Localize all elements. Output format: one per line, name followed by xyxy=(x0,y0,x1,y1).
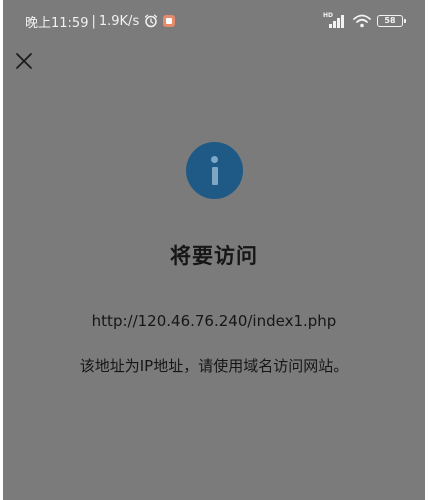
battery-icon: 58 xyxy=(377,15,406,27)
battery-level: 58 xyxy=(384,16,396,25)
network-speed: 1.9K/s xyxy=(98,13,140,29)
signal-icon: HD xyxy=(323,12,347,28)
status-left: 晚上11:59 | 1.9K/s xyxy=(25,12,176,31)
ip-address-warning: 该地址为IP地址，请使用域名访问网站。 xyxy=(79,357,349,375)
close-icon xyxy=(16,53,32,69)
target-url: http://120.46.76.240/index1.php xyxy=(91,312,337,330)
status-bar: 晚上11:59 | 1.9K/s HD 58 xyxy=(3,0,425,36)
alarm-icon xyxy=(145,14,158,28)
wifi-icon xyxy=(353,14,371,28)
browser-dialog-screen: 晚上11:59 | 1.9K/s HD 58 将要访问 http://120.4… xyxy=(3,0,425,500)
status-separator: | xyxy=(91,13,96,29)
app-badge-icon xyxy=(163,15,176,27)
dialog-title: 将要访问 xyxy=(170,244,258,268)
status-right: HD 58 xyxy=(323,12,406,29)
info-icon xyxy=(186,142,243,199)
close-button[interactable] xyxy=(14,51,34,71)
status-time: 晚上11:59 xyxy=(25,15,89,31)
